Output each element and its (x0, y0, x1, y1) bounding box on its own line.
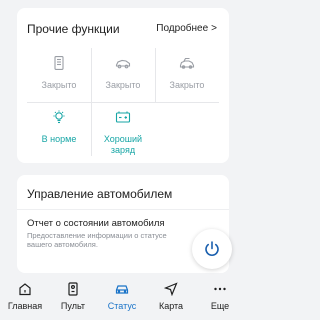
function-doors[interactable]: Закрыто (91, 48, 155, 102)
tab-home[interactable]: Главная (0, 282, 50, 311)
door-panel-icon (54, 56, 64, 70)
function-label: Закрыто (105, 80, 141, 90)
function-label: Хороший заряд (103, 134, 143, 155)
home-icon (19, 283, 31, 296)
chevron-right-icon: > (211, 23, 217, 34)
tab-map[interactable]: Карта (146, 282, 196, 311)
tab-label: Главная (7, 301, 43, 311)
bottom-tab-bar: Главная Пульт Статус Карта Еще (0, 278, 245, 320)
tab-label: Еще (210, 301, 230, 311)
car-door-icon (115, 59, 131, 69)
power-button[interactable] (192, 229, 232, 269)
more-dots-icon (214, 287, 226, 291)
light-bulb-icon (53, 110, 65, 124)
vehicle-management-title: Управление автомобилем (27, 187, 173, 201)
battery-icon (115, 111, 131, 123)
tab-status[interactable]: Статус (97, 282, 147, 311)
tab-more[interactable]: Еще (195, 282, 245, 311)
tab-label: Статус (107, 301, 137, 311)
vehicle-report-description: Предоставление информации о статусе ваше… (27, 231, 167, 249)
remote-icon (68, 282, 78, 296)
function-trunk[interactable]: Закрыто (155, 48, 219, 102)
other-functions-card: Прочие функции Подробнее > Закрыто Закрыт… (17, 8, 229, 163)
tab-remote[interactable]: Пульт (48, 282, 98, 311)
car-trunk-icon (179, 57, 195, 69)
navigation-arrow-icon (164, 282, 178, 296)
function-label: В норме (41, 134, 77, 144)
other-functions-title: Прочие функции (27, 22, 120, 36)
function-battery[interactable]: Хороший заряд (91, 102, 155, 156)
function-lights[interactable]: В норме (27, 102, 91, 156)
function-label: Закрыто (169, 80, 205, 90)
more-label: Подробнее (156, 23, 209, 34)
tab-label: Карта (158, 301, 184, 311)
car-icon (115, 285, 129, 294)
vehicle-report-title[interactable]: Отчет о состоянии автомобиля (27, 218, 165, 229)
more-link[interactable]: Подробнее > (156, 23, 217, 34)
divider (17, 209, 229, 210)
functions-grid: Закрыто Закрыто Закрыто В норме Хороший … (27, 48, 219, 156)
tab-label: Пульт (60, 301, 86, 311)
function-label: Закрыто (41, 80, 77, 90)
power-icon (205, 241, 219, 256)
function-door-lock[interactable]: Закрыто (27, 48, 91, 102)
